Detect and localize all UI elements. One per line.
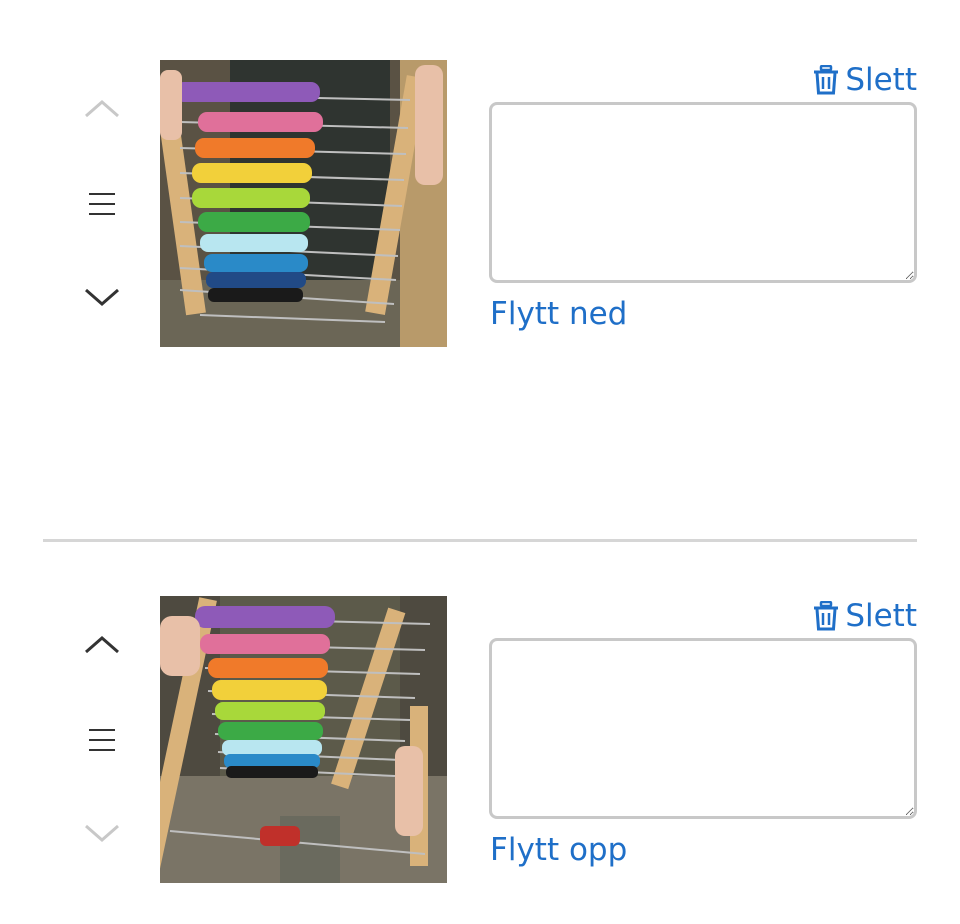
delete-label: Slett: [845, 598, 917, 634]
move-up-button[interactable]: [78, 88, 126, 128]
move-down-button[interactable]: [78, 814, 126, 854]
move-down-button[interactable]: [78, 278, 126, 318]
drag-handle-icon: [89, 193, 115, 215]
image-item-1: Slett Flytt ned: [0, 56, 960, 356]
caption-input[interactable]: [489, 102, 917, 283]
drag-handle[interactable]: [78, 720, 126, 760]
trash-icon: [814, 65, 839, 95]
move-up-link[interactable]: Flytt opp: [490, 832, 627, 868]
chevron-down-icon: [85, 288, 119, 306]
caption-input[interactable]: [489, 638, 917, 819]
chevron-up-icon: [85, 636, 119, 654]
chevron-down-icon: [85, 824, 119, 842]
abacus-photo: [160, 596, 447, 883]
move-up-button[interactable]: [78, 624, 126, 664]
delete-label: Slett: [845, 62, 917, 98]
chevron-up-icon: [85, 100, 119, 118]
delete-button[interactable]: Slett: [813, 60, 917, 100]
drag-handle[interactable]: [78, 184, 126, 224]
trash-icon: [814, 601, 839, 631]
divider: [43, 539, 917, 542]
image-item-2: Slett Flytt opp: [0, 592, 960, 892]
delete-button[interactable]: Slett: [813, 596, 917, 636]
drag-handle-icon: [89, 729, 115, 751]
abacus-photo: [160, 60, 447, 347]
move-down-link[interactable]: Flytt ned: [490, 296, 627, 332]
